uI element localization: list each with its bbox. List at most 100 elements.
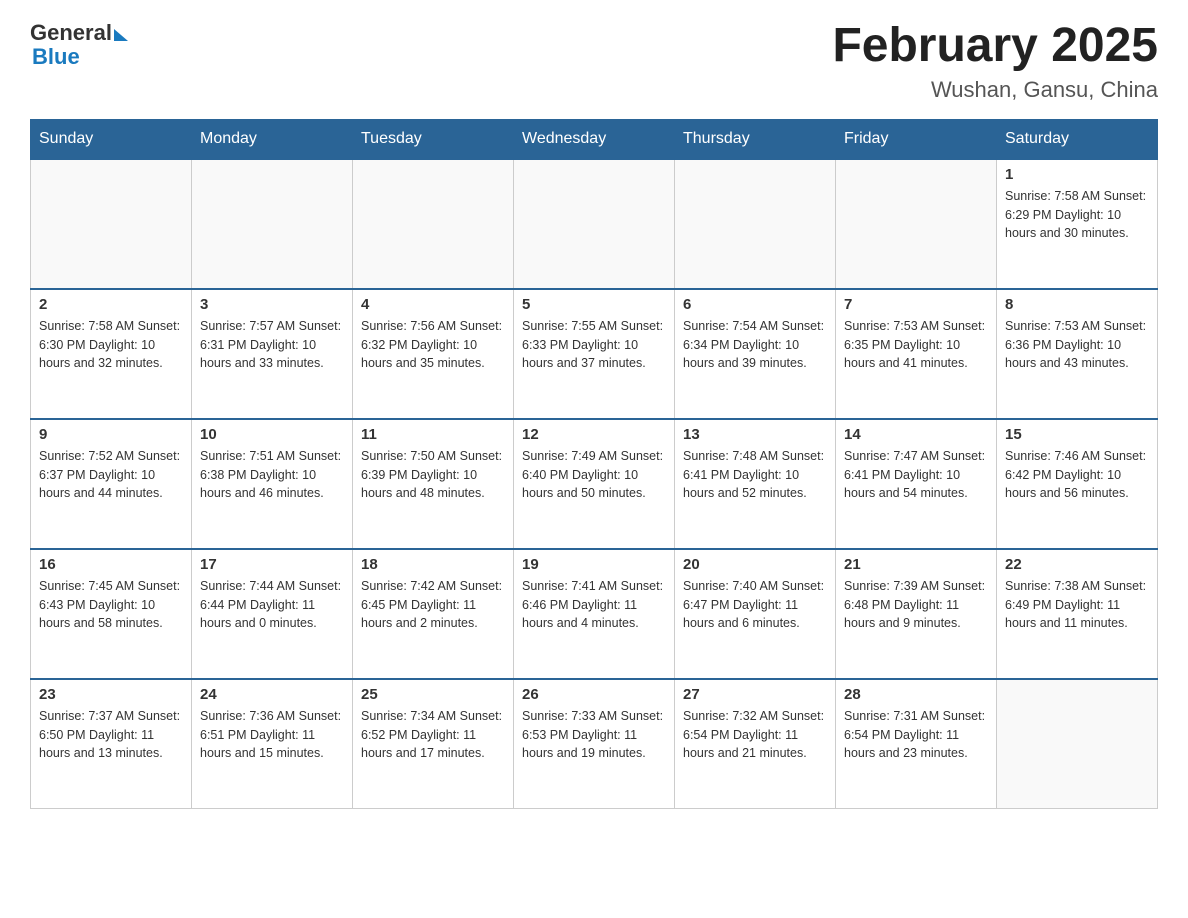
day-info: Sunrise: 7:36 AM Sunset: 6:51 PM Dayligh… xyxy=(200,707,344,763)
title-block: February 2025 Wushan, Gansu, China xyxy=(832,20,1158,103)
calendar-day-cell: 17 Sunrise: 7:44 AM Sunset: 6:44 PM Dayli… xyxy=(192,549,353,679)
day-number: 15 xyxy=(1005,426,1149,443)
calendar-day-cell: 9Sunrise: 7:52 AM Sunset: 6:37 PM Daylig… xyxy=(31,419,192,549)
day-number: 8 xyxy=(1005,296,1149,313)
day-info: Sunrise: 7:34 AM Sunset: 6:52 PM Dayligh… xyxy=(361,707,505,763)
calendar-day-cell: 28 Sunrise: 7:31 AM Sunset: 6:54 PM Dayli… xyxy=(836,679,997,809)
day-info: Sunrise: 7:51 AM Sunset: 6:38 PM Dayligh… xyxy=(200,447,344,503)
calendar-day-cell xyxy=(31,159,192,289)
day-info: Sunrise: 7:46 AM Sunset: 6:42 PM Dayligh… xyxy=(1005,447,1149,503)
calendar-day-cell: 27 Sunrise: 7:32 AM Sunset: 6:54 PM Dayli… xyxy=(675,679,836,809)
calendar-day-cell: 21Sunrise: 7:39 AM Sunset: 6:48 PM Dayli… xyxy=(836,549,997,679)
calendar-week-row: 2 Sunrise: 7:58 AM Sunset: 6:30 PM Daylig… xyxy=(31,289,1158,419)
day-info: Sunrise: 7:40 AM Sunset: 6:47 PM Dayligh… xyxy=(683,577,827,633)
day-number: 17 xyxy=(200,556,344,573)
calendar-day-cell: 18 Sunrise: 7:42 AM Sunset: 6:45 PM Dayli… xyxy=(353,549,514,679)
day-number: 24 xyxy=(200,686,344,703)
day-number: 10 xyxy=(200,426,344,443)
calendar-day-cell: 14Sunrise: 7:47 AM Sunset: 6:41 PM Dayli… xyxy=(836,419,997,549)
day-number: 27 xyxy=(683,686,827,703)
calendar-day-cell xyxy=(353,159,514,289)
day-of-week-header: Sunday xyxy=(31,119,192,159)
calendar-day-cell xyxy=(192,159,353,289)
logo-blue-text: Blue xyxy=(32,44,80,70)
logo-arrow-icon xyxy=(114,29,128,41)
day-info: Sunrise: 7:55 AM Sunset: 6:33 PM Dayligh… xyxy=(522,317,666,373)
day-number: 7 xyxy=(844,296,988,313)
location-title: Wushan, Gansu, China xyxy=(832,77,1158,103)
day-info: Sunrise: 7:50 AM Sunset: 6:39 PM Dayligh… xyxy=(361,447,505,503)
day-of-week-header: Friday xyxy=(836,119,997,159)
day-info: Sunrise: 7:38 AM Sunset: 6:49 PM Dayligh… xyxy=(1005,577,1149,633)
day-number: 25 xyxy=(361,686,505,703)
day-number: 22 xyxy=(1005,556,1149,573)
calendar-day-cell: 22 Sunrise: 7:38 AM Sunset: 6:49 PM Dayli… xyxy=(997,549,1158,679)
calendar-day-cell: 16Sunrise: 7:45 AM Sunset: 6:43 PM Dayli… xyxy=(31,549,192,679)
day-number: 23 xyxy=(39,686,183,703)
day-number: 13 xyxy=(683,426,827,443)
day-info: Sunrise: 7:48 AM Sunset: 6:41 PM Dayligh… xyxy=(683,447,827,503)
day-number: 11 xyxy=(361,426,505,443)
day-info: Sunrise: 7:57 AM Sunset: 6:31 PM Dayligh… xyxy=(200,317,344,373)
calendar-day-cell: 23 Sunrise: 7:37 AM Sunset: 6:50 PM Dayli… xyxy=(31,679,192,809)
day-info: Sunrise: 7:58 AM Sunset: 6:30 PM Dayligh… xyxy=(39,317,183,373)
page-header: General Blue February 2025 Wushan, Gansu… xyxy=(30,20,1158,103)
day-number: 18 xyxy=(361,556,505,573)
calendar-day-cell: 3 Sunrise: 7:57 AM Sunset: 6:31 PM Daylig… xyxy=(192,289,353,419)
calendar-day-cell xyxy=(514,159,675,289)
day-number: 19 xyxy=(522,556,666,573)
day-info: Sunrise: 7:53 AM Sunset: 6:36 PM Dayligh… xyxy=(1005,317,1149,373)
calendar-day-cell: 7Sunrise: 7:53 AM Sunset: 6:35 PM Daylig… xyxy=(836,289,997,419)
calendar-day-cell: 12 Sunrise: 7:49 AM Sunset: 6:40 PM Dayli… xyxy=(514,419,675,549)
day-of-week-header: Tuesday xyxy=(353,119,514,159)
day-number: 2 xyxy=(39,296,183,313)
day-number: 20 xyxy=(683,556,827,573)
calendar-day-cell: 6 Sunrise: 7:54 AM Sunset: 6:34 PM Daylig… xyxy=(675,289,836,419)
month-title: February 2025 xyxy=(832,20,1158,73)
day-info: Sunrise: 7:56 AM Sunset: 6:32 PM Dayligh… xyxy=(361,317,505,373)
day-info: Sunrise: 7:49 AM Sunset: 6:40 PM Dayligh… xyxy=(522,447,666,503)
logo: General Blue xyxy=(30,20,128,70)
calendar-day-cell: 11 Sunrise: 7:50 AM Sunset: 6:39 PM Dayli… xyxy=(353,419,514,549)
day-info: Sunrise: 7:54 AM Sunset: 6:34 PM Dayligh… xyxy=(683,317,827,373)
calendar-day-cell: 2 Sunrise: 7:58 AM Sunset: 6:30 PM Daylig… xyxy=(31,289,192,419)
day-info: Sunrise: 7:31 AM Sunset: 6:54 PM Dayligh… xyxy=(844,707,988,763)
calendar-table: SundayMondayTuesdayWednesdayThursdayFrid… xyxy=(30,119,1158,810)
day-number: 26 xyxy=(522,686,666,703)
day-info: Sunrise: 7:52 AM Sunset: 6:37 PM Dayligh… xyxy=(39,447,183,503)
calendar-day-cell: 1Sunrise: 7:58 AM Sunset: 6:29 PM Daylig… xyxy=(997,159,1158,289)
day-info: Sunrise: 7:47 AM Sunset: 6:41 PM Dayligh… xyxy=(844,447,988,503)
day-number: 6 xyxy=(683,296,827,313)
day-number: 4 xyxy=(361,296,505,313)
calendar-week-row: 1Sunrise: 7:58 AM Sunset: 6:29 PM Daylig… xyxy=(31,159,1158,289)
day-number: 21 xyxy=(844,556,988,573)
day-of-week-header: Thursday xyxy=(675,119,836,159)
calendar-day-cell: 19 Sunrise: 7:41 AM Sunset: 6:46 PM Dayli… xyxy=(514,549,675,679)
calendar-day-cell: 10 Sunrise: 7:51 AM Sunset: 6:38 PM Dayli… xyxy=(192,419,353,549)
day-info: Sunrise: 7:41 AM Sunset: 6:46 PM Dayligh… xyxy=(522,577,666,633)
day-info: Sunrise: 7:44 AM Sunset: 6:44 PM Dayligh… xyxy=(200,577,344,633)
day-info: Sunrise: 7:32 AM Sunset: 6:54 PM Dayligh… xyxy=(683,707,827,763)
calendar-day-cell: 15 Sunrise: 7:46 AM Sunset: 6:42 PM Dayli… xyxy=(997,419,1158,549)
day-number: 5 xyxy=(522,296,666,313)
day-of-week-header: Monday xyxy=(192,119,353,159)
calendar-day-cell: 20 Sunrise: 7:40 AM Sunset: 6:47 PM Dayli… xyxy=(675,549,836,679)
day-number: 12 xyxy=(522,426,666,443)
calendar-header-row: SundayMondayTuesdayWednesdayThursdayFrid… xyxy=(31,119,1158,159)
day-number: 16 xyxy=(39,556,183,573)
calendar-day-cell xyxy=(836,159,997,289)
day-number: 28 xyxy=(844,686,988,703)
calendar-day-cell: 5 Sunrise: 7:55 AM Sunset: 6:33 PM Daylig… xyxy=(514,289,675,419)
day-of-week-header: Saturday xyxy=(997,119,1158,159)
logo-general-text: General xyxy=(30,20,112,46)
calendar-week-row: 23 Sunrise: 7:37 AM Sunset: 6:50 PM Dayli… xyxy=(31,679,1158,809)
calendar-day-cell: 4 Sunrise: 7:56 AM Sunset: 6:32 PM Daylig… xyxy=(353,289,514,419)
day-of-week-header: Wednesday xyxy=(514,119,675,159)
day-info: Sunrise: 7:37 AM Sunset: 6:50 PM Dayligh… xyxy=(39,707,183,763)
calendar-day-cell: 24 Sunrise: 7:36 AM Sunset: 6:51 PM Dayli… xyxy=(192,679,353,809)
day-info: Sunrise: 7:42 AM Sunset: 6:45 PM Dayligh… xyxy=(361,577,505,633)
calendar-day-cell: 8 Sunrise: 7:53 AM Sunset: 6:36 PM Daylig… xyxy=(997,289,1158,419)
day-number: 3 xyxy=(200,296,344,313)
calendar-day-cell xyxy=(997,679,1158,809)
calendar-week-row: 9Sunrise: 7:52 AM Sunset: 6:37 PM Daylig… xyxy=(31,419,1158,549)
